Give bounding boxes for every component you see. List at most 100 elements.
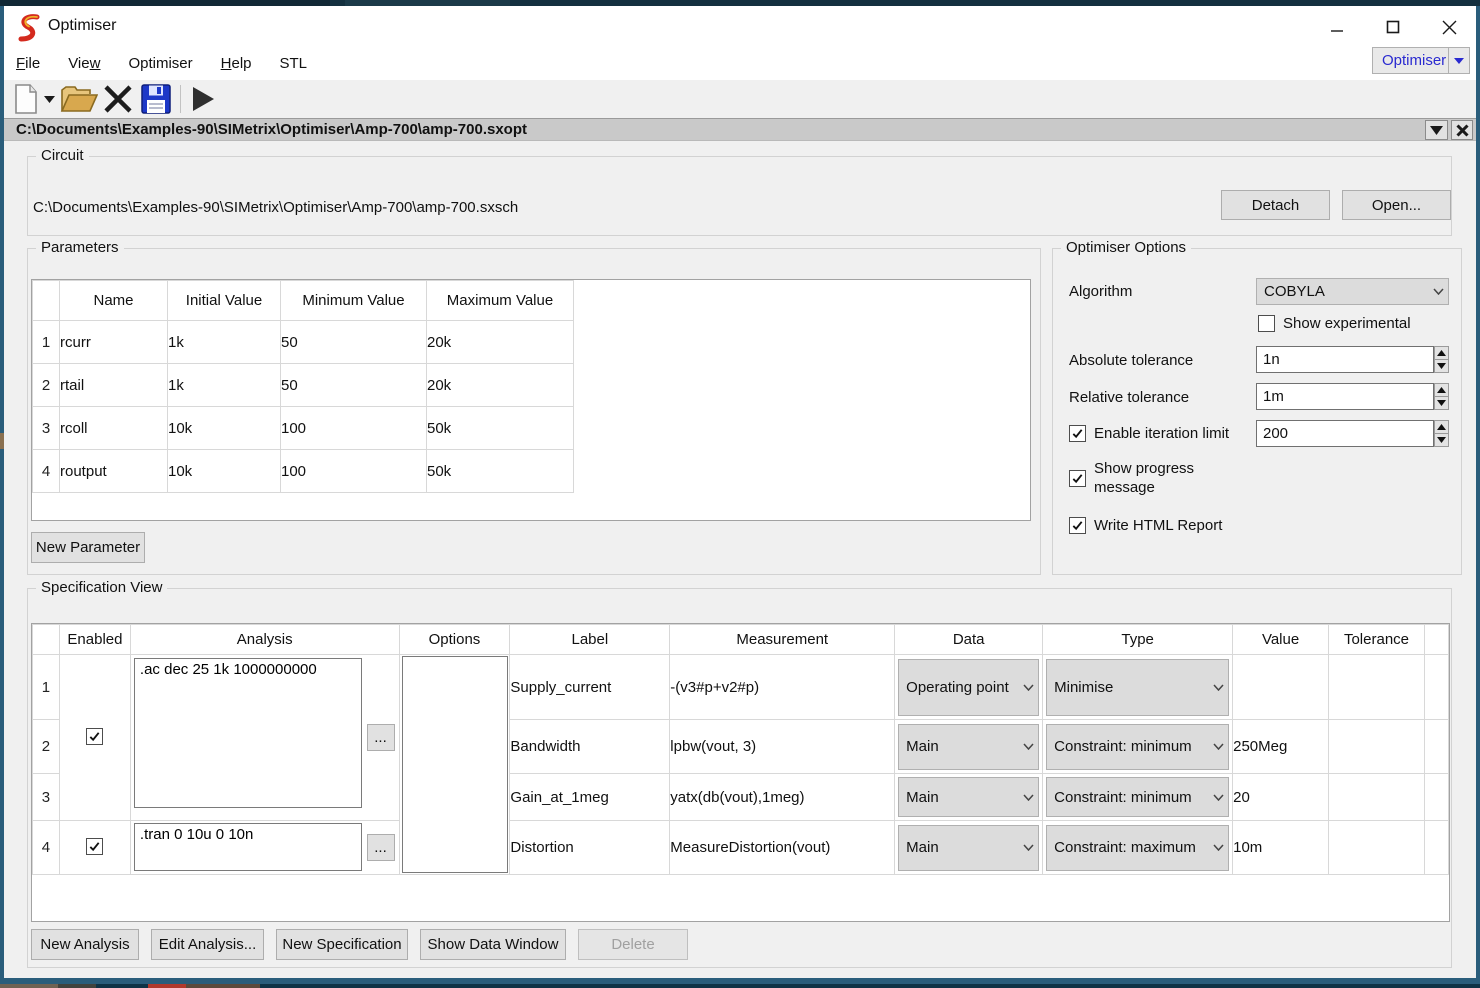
type-dropdown[interactable]: Minimise [1046,659,1229,716]
spec-value-cell[interactable]: 20 [1233,774,1329,821]
spec-tolerance-cell[interactable] [1329,720,1425,774]
spec-col-measurement: Measurement [670,625,895,655]
type-dropdown[interactable]: Constraint: minimum [1046,724,1229,770]
new-parameter-button[interactable]: New Parameter [31,532,145,563]
param-initial-cell[interactable]: 10k [168,450,281,493]
minimize-button[interactable] [1328,18,1346,36]
spec-label-cell[interactable]: Gain_at_1meg [510,774,670,821]
document-down-icon [1430,126,1443,135]
new-specification-button[interactable]: New Specification [276,929,408,960]
show-experimental-checkbox[interactable] [1258,315,1275,332]
param-max-cell[interactable]: 50k [427,450,574,493]
new-file-button[interactable] [12,83,40,115]
new-analysis-button[interactable]: New Analysis [31,929,139,960]
param-name-cell[interactable]: routput [60,450,168,493]
spin-down-icon[interactable] [1434,397,1449,410]
save-button[interactable] [139,83,173,115]
menu-stl[interactable]: STL [280,55,308,72]
type-dropdown[interactable]: Constraint: maximum [1046,825,1229,871]
spec-measurement-cell[interactable]: yatx(db(vout),1meg) [670,774,895,821]
detach-button[interactable]: Detach [1221,190,1330,220]
spec-label-cell[interactable]: Distortion [510,821,670,875]
param-initial-cell[interactable]: 10k [168,407,281,450]
edit-analysis-button[interactable]: Edit Analysis... [151,929,264,960]
param-name-cell[interactable]: rcoll [60,407,168,450]
spin-down-icon[interactable] [1434,360,1449,373]
spec-measurement-cell[interactable]: -(v3#p+v2#p) [670,655,895,720]
chevron-down-icon [1018,794,1038,801]
run-button[interactable] [188,83,218,115]
data-dropdown[interactable]: Operating point [898,659,1039,716]
iteration-limit-checkbox[interactable] [1069,425,1086,442]
show-data-window-button[interactable]: Show Data Window [420,929,566,960]
spec-label-cell[interactable]: Supply_current [510,655,670,720]
relative-tolerance-spinner[interactable] [1434,383,1449,410]
param-min-cell[interactable]: 50 [281,364,427,407]
param-name-cell[interactable]: rtail [60,364,168,407]
spec-tolerance-cell[interactable] [1329,821,1425,875]
parameters-header-row: Name Initial Value Minimum Value Maximum… [33,281,574,321]
document-close-button[interactable] [1451,120,1473,140]
param-min-cell[interactable]: 50 [281,321,427,364]
open-button[interactable] [59,83,99,115]
param-min-cell[interactable]: 100 [281,407,427,450]
delete-button[interactable] [101,83,135,115]
spec-analysis-cell-group2: .tran 0 10u 0 10n ... [130,821,399,875]
absolute-tolerance-input[interactable] [1256,346,1434,373]
analysis1-browse-button[interactable]: ... [367,724,395,751]
spec-tolerance-cell[interactable] [1329,774,1425,821]
data-dropdown[interactable]: Main [898,724,1039,770]
spec-enabled-cell-group2 [59,821,130,875]
param-max-cell[interactable]: 20k [427,364,574,407]
spec-label-cell[interactable]: Bandwidth [510,720,670,774]
param-max-cell[interactable]: 20k [427,321,574,364]
menu-optimiser[interactable]: Optimiser [128,55,192,72]
absolute-tolerance-spinner[interactable] [1434,346,1449,373]
param-initial-cell[interactable]: 1k [168,364,281,407]
spin-up-icon[interactable] [1434,346,1449,360]
param-initial-cell[interactable]: 1k [168,321,281,364]
show-progress-checkbox[interactable] [1069,470,1086,487]
algorithm-dropdown[interactable]: COBYLA [1256,278,1449,305]
chevron-down-icon [1018,844,1038,851]
toolbar [4,80,1476,118]
spec-measurement-cell[interactable]: MeasureDistortion(vout) [670,821,895,875]
spec-value-cell[interactable]: 250Meg [1233,720,1329,774]
type-dropdown[interactable]: Constraint: minimum [1046,777,1229,817]
data-dropdown[interactable]: Main [898,777,1039,817]
open-circuit-button[interactable]: Open... [1342,190,1451,220]
analysis1-textarea[interactable]: .ac dec 25 1k 1000000000 [134,658,362,808]
options-box[interactable] [402,656,508,873]
data-dropdown[interactable]: Main [898,825,1039,871]
iteration-limit-spinner[interactable] [1434,420,1449,447]
spec-col-filler [1424,625,1448,655]
close-button[interactable] [1440,18,1458,36]
spec-measurement-cell[interactable]: lpbw(vout, 3) [670,720,895,774]
combo-dropdown-icon[interactable] [1449,57,1469,65]
spec-value-cell[interactable] [1233,655,1329,720]
param-max-cell[interactable]: 50k [427,407,574,450]
chevron-down-icon [1018,684,1038,691]
document-restore-button[interactable] [1425,120,1448,140]
param-name-cell[interactable]: rcurr [60,321,168,364]
menu-help[interactable]: Help [221,55,252,72]
param-min-cell[interactable]: 100 [281,450,427,493]
analysis2-browse-button[interactable]: ... [367,834,395,861]
spec-tolerance-cell[interactable] [1329,655,1425,720]
new-file-dropdown-button[interactable] [42,83,56,115]
menu-view[interactable]: View [68,55,100,72]
relative-tolerance-input[interactable] [1256,383,1434,410]
analysis2-enabled-checkbox[interactable] [86,838,103,855]
menu-file[interactable]: File [16,55,40,72]
analysis2-textarea[interactable]: .tran 0 10u 0 10n [134,823,362,871]
spin-up-icon[interactable] [1434,420,1449,434]
spin-up-icon[interactable] [1434,383,1449,397]
analysis1-enabled-checkbox[interactable] [86,728,103,745]
maximize-button[interactable] [1384,18,1402,36]
iteration-limit-input[interactable] [1256,420,1434,447]
spin-down-icon[interactable] [1434,434,1449,447]
write-html-checkbox[interactable] [1069,517,1086,534]
window-selector-combo[interactable]: Optimiser [1372,47,1470,74]
document-bar: C:\Documents\Examples-90\SIMetrix\Optimi… [4,118,1476,141]
spec-value-cell[interactable]: 10m [1233,821,1329,875]
